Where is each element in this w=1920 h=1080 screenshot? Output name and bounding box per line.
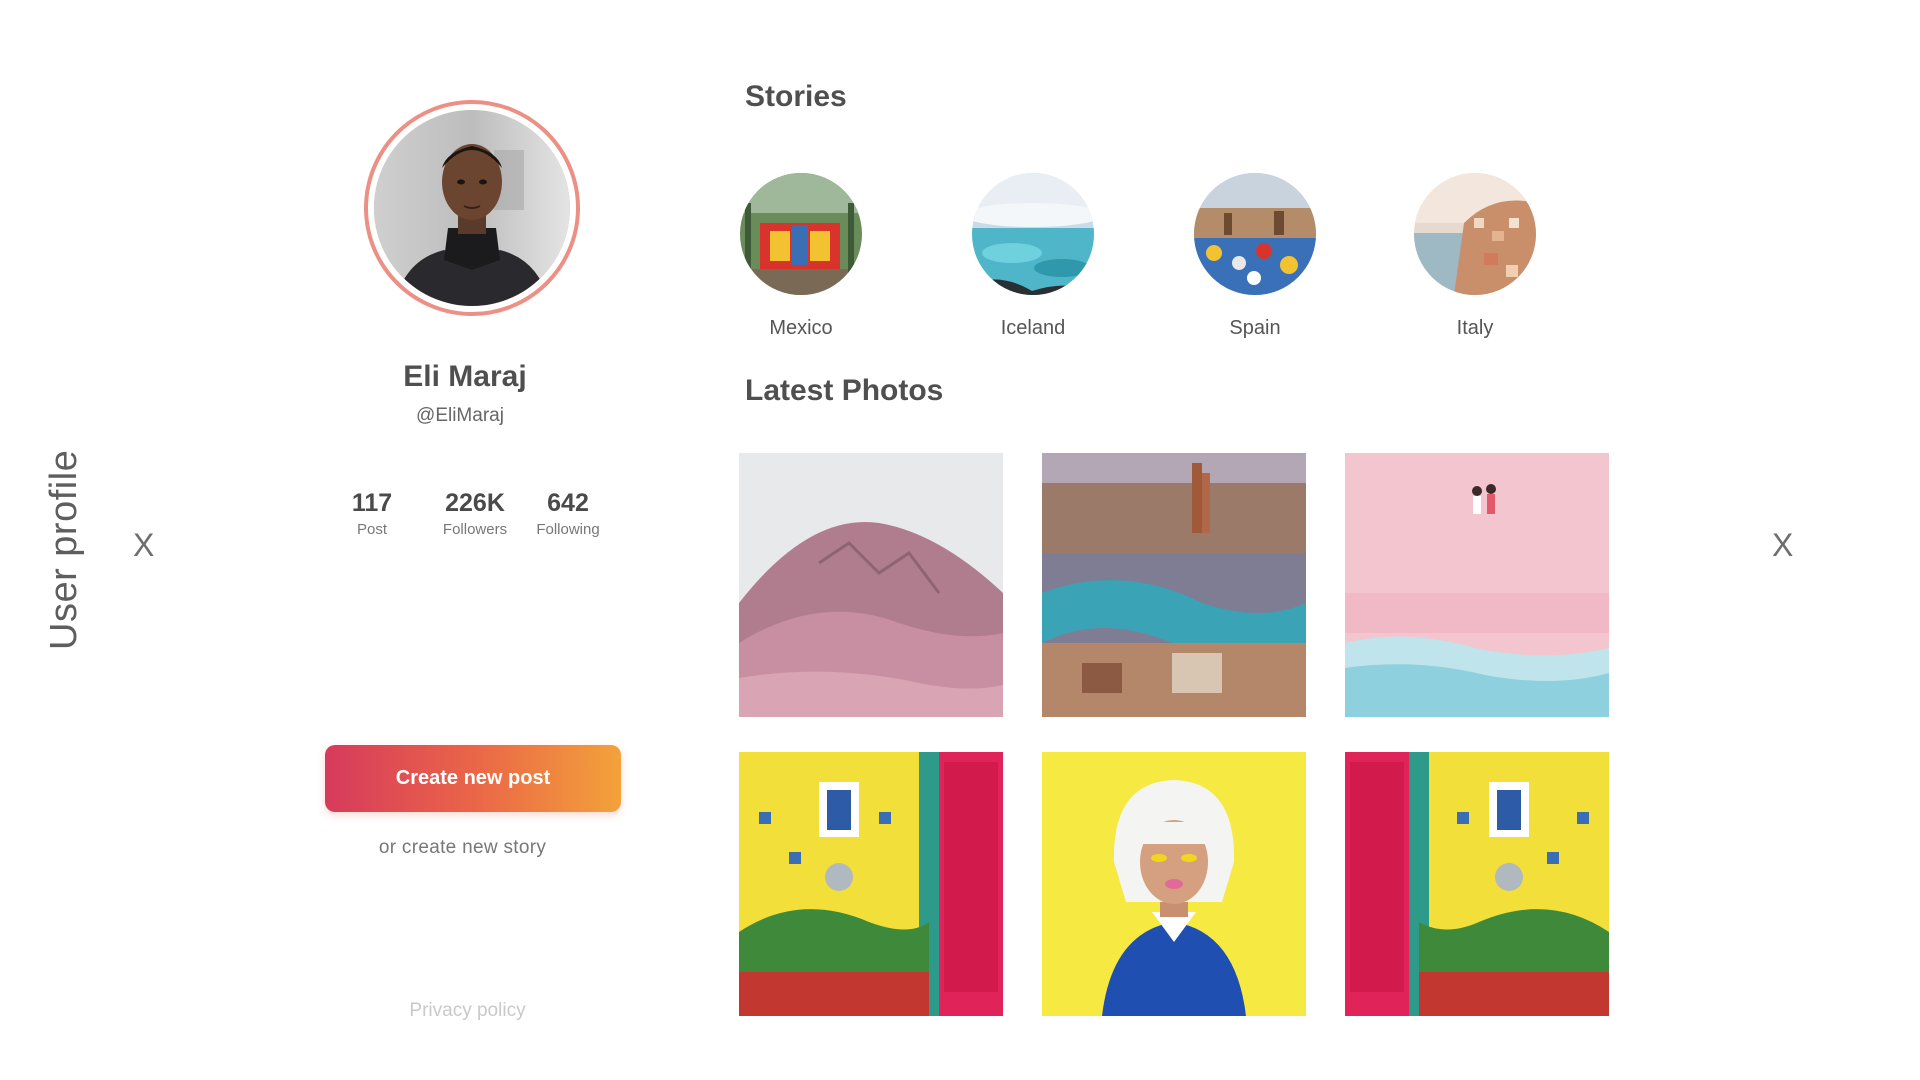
user-avatar-photo-icon xyxy=(374,110,570,306)
mexico-garden-icon xyxy=(740,173,862,295)
avatar xyxy=(374,110,570,306)
user-name: Eli Maraj xyxy=(403,360,527,393)
story-label: Italy xyxy=(1456,317,1494,339)
story-label: Spain xyxy=(1229,317,1281,339)
pink-beach-photo-icon xyxy=(1345,453,1609,717)
pink-mountain-photo-icon xyxy=(739,453,1003,717)
story-italy[interactable]: Italy xyxy=(1410,173,1540,340)
privacy-policy-link[interactable]: Privacy policy xyxy=(340,1000,595,1022)
close-right-icon[interactable]: X xyxy=(1772,529,1793,561)
stat-posts[interactable]: 117 Post xyxy=(322,487,422,541)
close-left-icon[interactable]: X xyxy=(133,529,154,561)
user-handle: @EliMaraj xyxy=(416,405,504,426)
stories-heading: Stories xyxy=(745,80,847,113)
photo-tile[interactable] xyxy=(1345,752,1609,1016)
story-label: Mexico xyxy=(769,317,833,339)
story-label: Iceland xyxy=(1000,317,1066,339)
page-title: User profile xyxy=(43,449,85,650)
stat-value: 642 xyxy=(547,489,589,517)
story-mexico[interactable]: Mexico xyxy=(736,173,866,340)
white-hair-portrait-photo-icon xyxy=(1042,752,1306,1016)
photo-tile[interactable] xyxy=(1042,453,1306,717)
stat-label: Post xyxy=(356,521,387,538)
red-door-yellow-wall-photo-icon xyxy=(1345,752,1609,1016)
story-thumbnail xyxy=(1414,173,1536,295)
story-thumbnail xyxy=(1194,173,1316,295)
iceland-lagoon-icon xyxy=(972,173,1094,295)
latest-photos-heading: Latest Photos xyxy=(745,374,944,407)
italy-coast-icon xyxy=(1414,173,1536,295)
story-spain[interactable]: Spain xyxy=(1190,173,1320,340)
stat-label: Followers xyxy=(442,521,508,538)
photo-tile[interactable] xyxy=(1042,752,1306,1016)
create-story-link[interactable]: or create new story xyxy=(335,837,590,859)
stat-following[interactable]: 642 Following xyxy=(518,487,618,541)
yellow-wall-red-door-photo-icon xyxy=(739,752,1003,1016)
story-iceland[interactable]: Iceland xyxy=(968,173,1098,340)
avatar-ring[interactable] xyxy=(364,100,580,316)
photo-tile[interactable] xyxy=(1345,453,1609,717)
photo-tile[interactable] xyxy=(739,453,1003,717)
stat-value: 117 xyxy=(351,489,393,517)
spain-park-icon xyxy=(1194,173,1316,295)
stat-followers[interactable]: 226K Followers xyxy=(425,487,525,541)
river-city-photo-icon xyxy=(1042,453,1306,717)
create-post-button[interactable]: Create new post xyxy=(325,745,621,812)
story-thumbnail xyxy=(740,173,862,295)
photo-tile[interactable] xyxy=(739,752,1003,1016)
user-profile-screen: User profile X X Eli Maraj @EliMaraj 117… xyxy=(0,0,1920,1080)
story-thumbnail xyxy=(972,173,1094,295)
stat-label: Following xyxy=(536,521,600,538)
stat-value: 226K xyxy=(445,489,505,517)
